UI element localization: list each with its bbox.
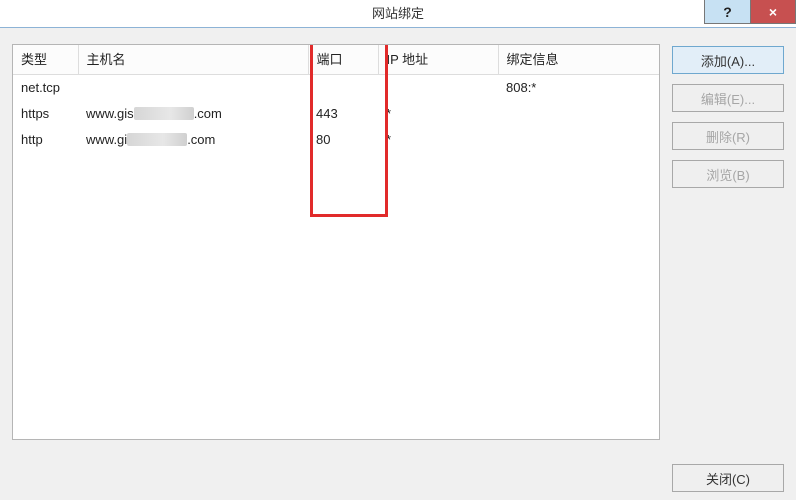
cell-ip: * — [378, 127, 498, 153]
browse-button[interactable]: 浏览(B) — [672, 160, 784, 188]
dialog-footer: 关闭(C) — [672, 464, 784, 492]
cell-port — [308, 75, 378, 101]
col-header-ip[interactable]: IP 地址 — [378, 45, 498, 75]
button-column: 添加(A)... 编辑(E)... 删除(R) 浏览(B) — [672, 44, 784, 440]
close-window-button[interactable]: × — [750, 0, 796, 24]
add-button[interactable]: 添加(A)... — [672, 46, 784, 74]
cell-host — [78, 75, 308, 101]
window-title: 网站绑定 — [0, 0, 796, 28]
cell-port: 80 — [308, 127, 378, 153]
help-button[interactable]: ? — [704, 0, 750, 24]
cell-ip — [378, 75, 498, 101]
bindings-list-panel: 类型 主机名 端口 IP 地址 绑定信息 net.tcp 808:* — [12, 44, 660, 440]
delete-button[interactable]: 删除(R) — [672, 122, 784, 150]
window-controls: ? × — [704, 0, 796, 28]
col-header-type[interactable]: 类型 — [13, 45, 78, 75]
cell-type: https — [13, 101, 78, 127]
cell-info — [498, 127, 659, 153]
cell-host: www.gi.com — [78, 127, 308, 153]
cell-info: 808:* — [498, 75, 659, 101]
edit-button[interactable]: 编辑(E)... — [672, 84, 784, 112]
cell-type: http — [13, 127, 78, 153]
cell-port: 443 — [308, 101, 378, 127]
title-bar: 网站绑定 ? × — [0, 0, 796, 28]
dialog-body: 类型 主机名 端口 IP 地址 绑定信息 net.tcp 808:* — [0, 28, 796, 500]
table-row[interactable]: https www.gis.com 443 * — [13, 101, 659, 127]
redacted-text — [127, 133, 187, 146]
col-header-port[interactable]: 端口 — [308, 45, 378, 75]
col-header-info[interactable]: 绑定信息 — [498, 45, 659, 75]
cell-type: net.tcp — [13, 75, 78, 101]
cell-host: www.gis.com — [78, 101, 308, 127]
table-row[interactable]: net.tcp 808:* — [13, 75, 659, 101]
redacted-text — [134, 107, 194, 120]
bindings-table[interactable]: 类型 主机名 端口 IP 地址 绑定信息 net.tcp 808:* — [13, 45, 659, 153]
col-header-host[interactable]: 主机名 — [78, 45, 308, 75]
cell-info — [498, 101, 659, 127]
cell-ip: * — [378, 101, 498, 127]
close-button[interactable]: 关闭(C) — [672, 464, 784, 492]
table-row[interactable]: http www.gi.com 80 * — [13, 127, 659, 153]
table-header-row: 类型 主机名 端口 IP 地址 绑定信息 — [13, 45, 659, 75]
